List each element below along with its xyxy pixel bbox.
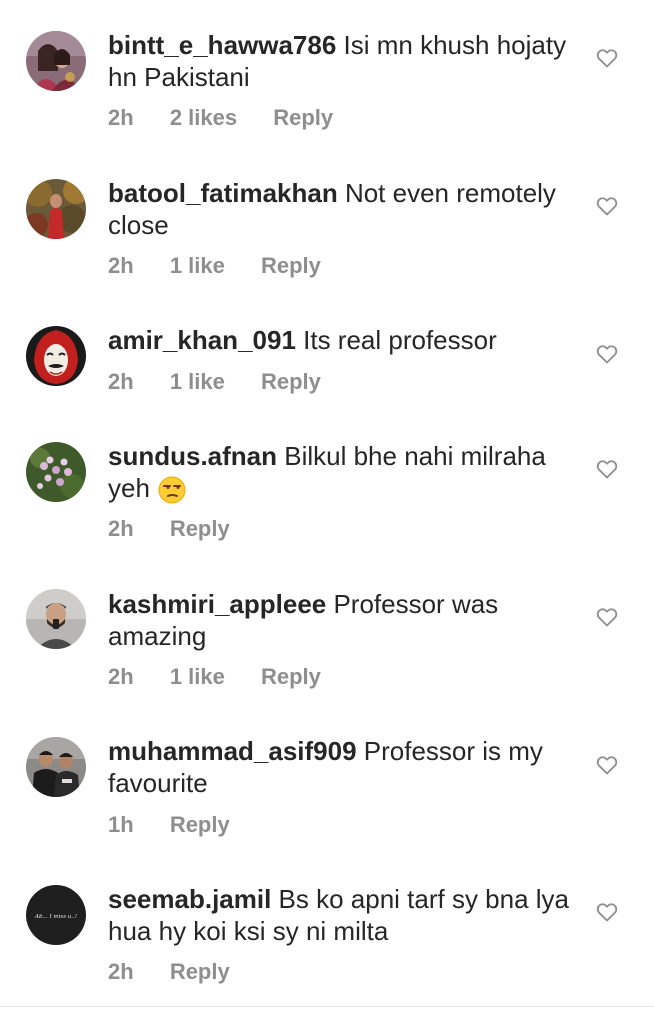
comment-username[interactable]: bintt_e_hawwa786 — [108, 30, 336, 60]
avatar[interactable] — [26, 737, 86, 797]
avatar[interactable]: Ab... I miss u..! — [26, 885, 86, 945]
avatar[interactable] — [26, 179, 86, 239]
comment-time: 2h — [108, 516, 134, 541]
reply-button[interactable]: Reply — [170, 514, 230, 544]
heart-outline-icon[interactable] — [595, 900, 619, 924]
comment-username[interactable]: seemab.jamil — [108, 884, 271, 914]
avatar[interactable] — [26, 589, 86, 649]
comment-text: batool_fatimakhan Not even remotely clos… — [108, 177, 578, 241]
comment-time: 2h — [108, 369, 134, 394]
comment-text: bintt_e_hawwa786 Isi mn khush hojaty hn … — [108, 29, 578, 93]
comment-meta: 2h 1 like Reply — [108, 251, 351, 281]
reply-button[interactable]: Reply — [170, 810, 230, 840]
comment-text: amir_khan_091 Its real professor — [108, 324, 578, 356]
comment-meta: 2h Reply — [108, 957, 260, 987]
comment-meta: 2h 1 like Reply — [108, 662, 351, 692]
comment-likes[interactable]: 1 like — [170, 251, 225, 281]
comment-username[interactable]: muhammad_asif909 — [108, 736, 357, 766]
comment-meta: 1h Reply — [108, 810, 260, 840]
comment-username[interactable]: sundus.afnan — [108, 441, 277, 471]
avatar[interactable] — [26, 31, 86, 91]
comment-meta: 2h 2 likes Reply — [108, 103, 363, 133]
comment-time: 1h — [108, 812, 134, 837]
comment-likes[interactable]: 1 like — [170, 662, 225, 692]
comment-username[interactable]: kashmiri_appleee — [108, 589, 326, 619]
reply-button[interactable]: Reply — [273, 103, 333, 133]
avatar[interactable] — [26, 442, 86, 502]
reply-button[interactable]: Reply — [170, 957, 230, 987]
unamused-face-emoji — [158, 476, 186, 504]
comment-username[interactable]: amir_khan_091 — [108, 325, 296, 355]
heart-outline-icon[interactable] — [595, 753, 619, 777]
comment-text: kashmiri_appleee Professor was amazing — [108, 588, 578, 652]
comment-time: 2h — [108, 959, 134, 984]
comment-time: 2h — [108, 664, 134, 689]
heart-outline-icon[interactable] — [595, 194, 619, 218]
comment-meta: 2h 1 like Reply — [108, 367, 351, 397]
comment-likes[interactable]: 1 like — [170, 367, 225, 397]
heart-outline-icon[interactable] — [595, 605, 619, 629]
avatar-text: Ab... I miss u..! — [34, 914, 77, 920]
reply-button[interactable]: Reply — [261, 367, 321, 397]
reply-button[interactable]: Reply — [261, 251, 321, 281]
comment-username[interactable]: batool_fatimakhan — [108, 178, 338, 208]
comment-body: Its real professor — [295, 325, 497, 355]
comment-meta: 2h Reply — [108, 514, 260, 544]
comment-text: seemab.jamil Bs ko apni tarf sy bna lya … — [108, 883, 578, 947]
heart-outline-icon[interactable] — [595, 46, 619, 70]
comment-text: sundus.afnan Bilkul bhe nahi milraha yeh — [108, 440, 578, 505]
comment-likes[interactable]: 2 likes — [170, 103, 237, 133]
heart-outline-icon[interactable] — [595, 457, 619, 481]
comment-text: muhammad_asif909 Professor is my favouri… — [108, 735, 578, 799]
reply-button[interactable]: Reply — [261, 662, 321, 692]
heart-outline-icon[interactable] — [595, 342, 619, 366]
comment-time: 2h — [108, 253, 134, 278]
avatar[interactable] — [26, 326, 86, 386]
comment-time: 2h — [108, 105, 134, 130]
divider — [0, 1006, 654, 1007]
